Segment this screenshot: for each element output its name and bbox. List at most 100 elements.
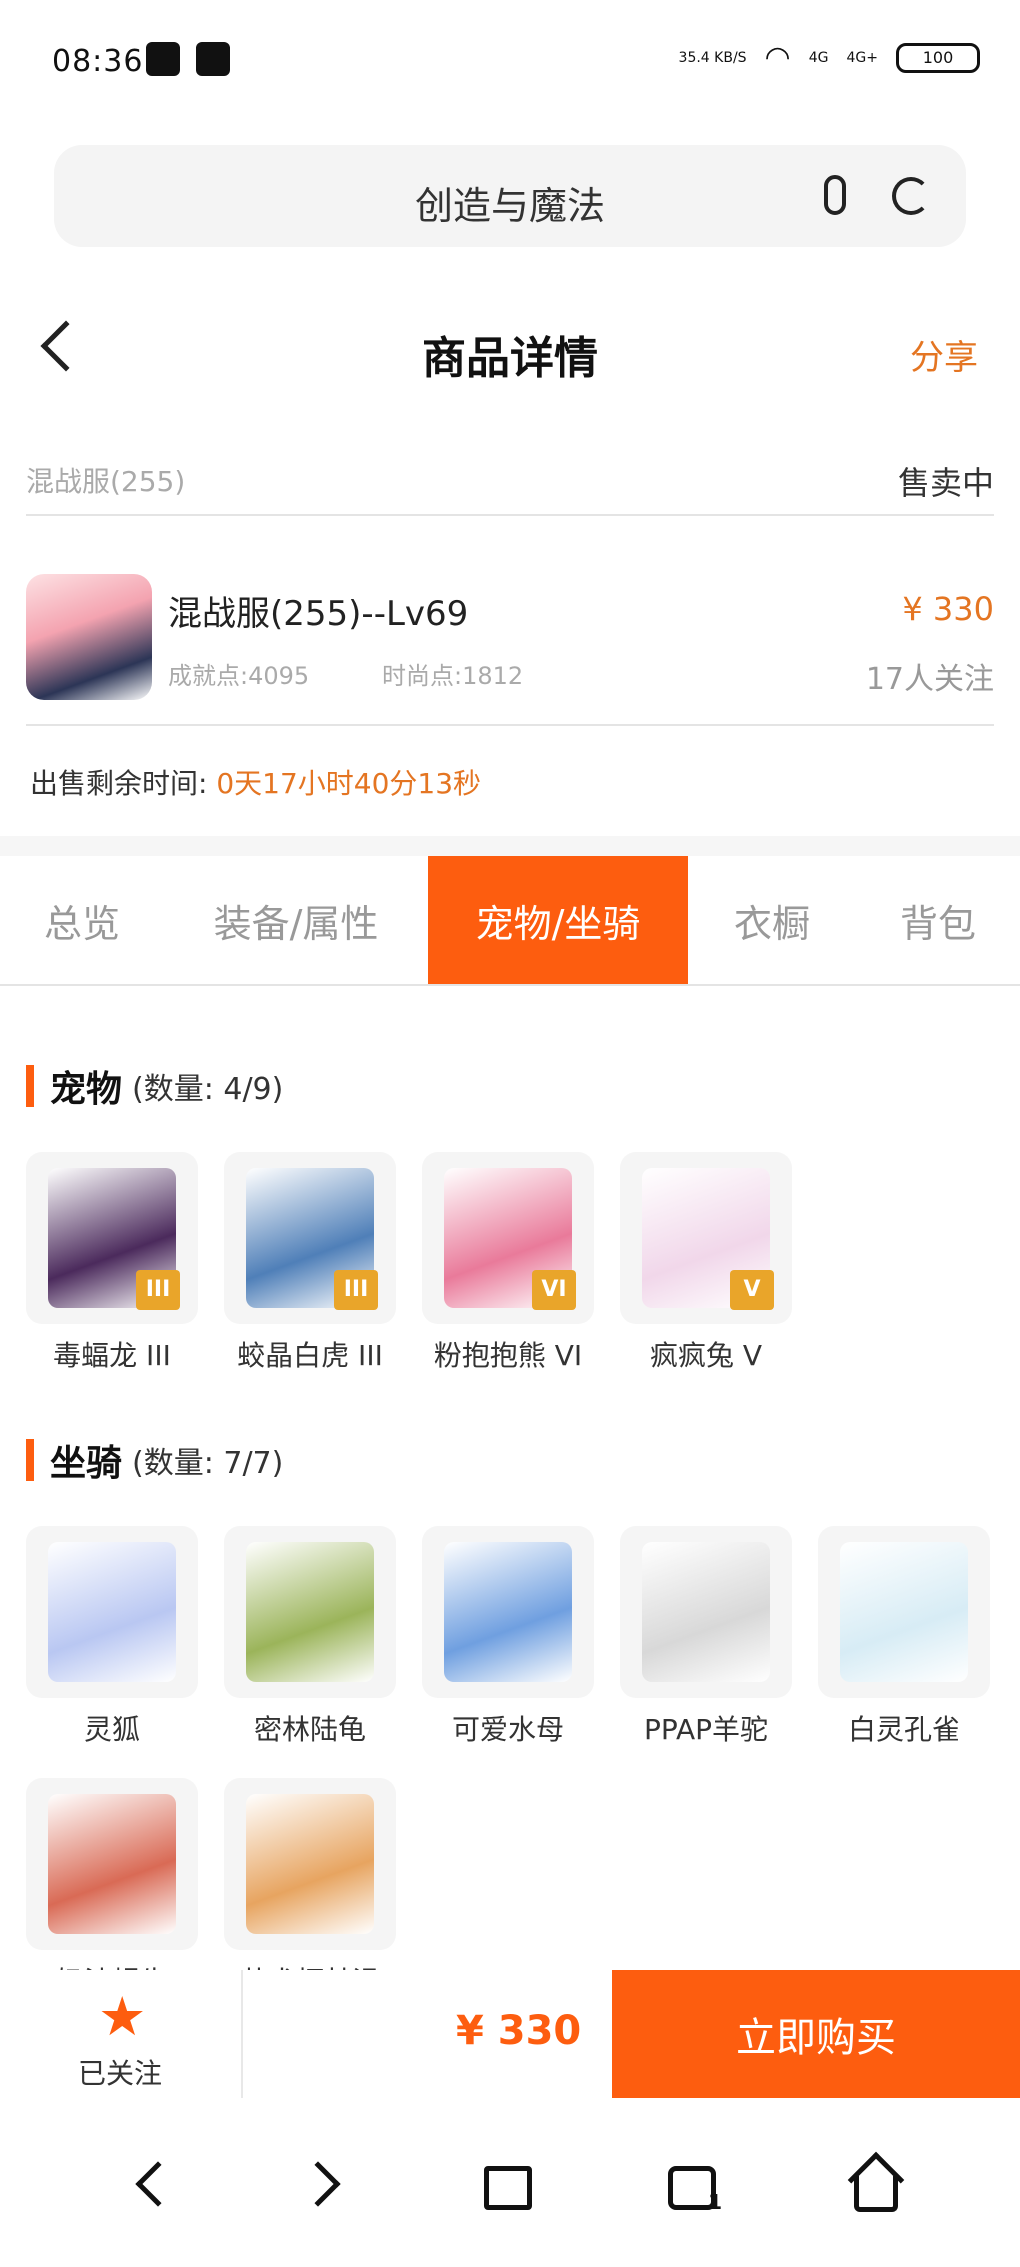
mount-thumbnail — [620, 1526, 792, 1698]
fashion-points: 时尚点:1812 — [382, 662, 524, 690]
grade-badge: III — [136, 1270, 180, 1310]
product-price: ¥ 330 — [902, 590, 994, 628]
divider — [241, 1970, 243, 2098]
mount-name: 白灵孔雀 — [847, 1713, 960, 1746]
pet-name: 粉抱抱熊 VI — [433, 1339, 583, 1372]
pet-item[interactable]: VI 粉抱抱熊 VI — [422, 1152, 594, 1374]
section-accent — [26, 1065, 34, 1107]
achievement-points: 成就点:4095 — [168, 662, 310, 690]
tab-wardrobe[interactable]: 衣橱 — [688, 856, 856, 984]
share-tray-icon — [484, 2166, 532, 2210]
grade-badge: III — [334, 1270, 378, 1310]
mount-image — [246, 1542, 374, 1682]
chevron-right-icon — [295, 2161, 341, 2207]
nav-home-button[interactable] — [846, 2151, 906, 2216]
mount-image — [48, 1542, 176, 1682]
mount-name: 可爱水母 — [451, 1713, 564, 1746]
mount-thumbnail — [224, 1778, 396, 1950]
mount-thumbnail — [818, 1526, 990, 1698]
mount-image — [444, 1542, 572, 1682]
mount-image — [246, 1794, 374, 1934]
nav-back-button[interactable] — [126, 2156, 186, 2216]
mount-thumbnail — [422, 1526, 594, 1698]
mount-thumbnail — [224, 1526, 396, 1698]
microphone-icon[interactable] — [824, 175, 846, 215]
home-icon-base — [854, 2176, 898, 2212]
tab-overview[interactable]: 总览 — [0, 856, 164, 984]
pet-item[interactable]: III 毒蝠龙 III — [26, 1152, 198, 1374]
mount-item[interactable]: PPAP羊驼 — [620, 1526, 792, 1748]
remaining-time-value: 0天17小时40分13秒 — [216, 767, 482, 800]
total-price: ¥ 330 — [456, 2008, 582, 2054]
mount-image — [642, 1542, 770, 1682]
pets-title: 宠物 — [50, 1069, 123, 1110]
sale-status: 售卖中 — [897, 464, 994, 502]
battery-icon: 100 — [896, 42, 980, 73]
signal-4g-plus: 4G+ — [846, 49, 879, 66]
mount-item[interactable]: 灵狐 — [26, 1526, 198, 1748]
share-button[interactable]: 分享 — [910, 330, 978, 379]
mount-item[interactable]: 密林陆龟 — [224, 1526, 396, 1748]
nav-share-button[interactable] — [478, 2156, 538, 2216]
search-bar[interactable]: 创造与魔法 — [54, 145, 966, 247]
chevron-left-icon — [135, 2161, 181, 2207]
remaining-time: 出售剩余时间: 0天17小时40分13秒 — [30, 762, 481, 802]
pet-item[interactable]: V 疯疯兔 V — [620, 1152, 792, 1374]
qq-icon — [146, 42, 180, 76]
mounts-grid: 灵狐 密林陆龟 可爱水母 PPAP羊驼 白灵孔雀奶油蜗牛萌犬柯基滑 — [26, 1526, 1006, 2030]
pet-thumbnail: VI — [422, 1152, 594, 1324]
tab-count: 1 — [708, 2190, 722, 2214]
follower-count: 17人关注 — [865, 662, 994, 697]
product-title: 混战服(255)--Lv69 — [168, 594, 469, 634]
mount-item[interactable]: 萌犬柯基滑 — [224, 1778, 396, 2000]
nav-tabs-button[interactable]: 1 — [662, 2156, 722, 2216]
mount-thumbnail — [26, 1778, 198, 1950]
mount-name: 密林陆龟 — [253, 1713, 366, 1746]
status-bar: 08:36 35.4 KB/S ◠ 4G 4G+ 100 — [0, 0, 1020, 120]
pet-item[interactable]: III 蛟晶白虎 III — [224, 1152, 396, 1374]
page-title: 商品详情 — [422, 333, 598, 384]
mount-name: PPAP羊驼 — [643, 1713, 769, 1746]
wifi-icon: ◠ — [764, 40, 791, 75]
battery-level: 100 — [922, 48, 954, 67]
pets-grid: III 毒蝠龙 III III 蛟晶白虎 III VI 粉抱抱熊 VI V 疯疯兔 V — [26, 1152, 1006, 1404]
mount-image — [840, 1542, 968, 1682]
pet-thumbnail: III — [224, 1152, 396, 1324]
remaining-time-label: 出售剩余时间: — [30, 767, 208, 800]
product-card[interactable]: 混战服(255)--Lv69 成就点:4095 时尚点:1812 ¥ 330 1… — [26, 546, 994, 726]
mounts-section-header: 坐骑 (数量: 7/7) — [26, 1434, 283, 1486]
bottom-action-bar: ★ 已关注 ¥ 330 立即购买 — [0, 1970, 1020, 2098]
page-header: 商品详情 分享 — [0, 300, 1020, 400]
pet-thumbnail: III — [26, 1152, 198, 1324]
refresh-icon[interactable] — [892, 177, 930, 215]
tab-pets-mounts[interactable]: 宠物/坐骑 — [428, 856, 688, 984]
app-notification-icon — [196, 42, 230, 76]
status-indicators: 35.4 KB/S ◠ 4G 4G+ 100 — [679, 40, 980, 75]
grade-badge: V — [730, 1270, 774, 1310]
section-accent — [26, 1439, 34, 1481]
tab-equipment[interactable]: 装备/属性 — [164, 856, 428, 984]
mount-item[interactable]: 可爱水母 — [422, 1526, 594, 1748]
browser-nav-bar: 1 — [0, 2120, 1020, 2267]
follow-button[interactable]: ★ 已关注 — [0, 1970, 240, 2098]
server-name: 混战服(255) — [26, 465, 186, 498]
mounts-count: (数量: 7/7) — [132, 1446, 284, 1481]
pet-name: 疯疯兔 V — [649, 1339, 763, 1372]
mount-thumbnail — [26, 1526, 198, 1698]
server-row: 混战服(255) 售卖中 — [26, 452, 994, 516]
mount-item[interactable]: 奶油蜗牛 — [26, 1778, 198, 2000]
pet-name: 蛟晶白虎 III — [237, 1339, 383, 1372]
mount-name: 灵狐 — [83, 1713, 140, 1746]
grade-badge: VI — [532, 1270, 576, 1310]
mount-item[interactable]: 白灵孔雀 — [818, 1526, 990, 1748]
signal-4g: 4G — [808, 49, 829, 66]
nav-forward-button[interactable] — [295, 2156, 356, 2216]
pet-thumbnail: V — [620, 1152, 792, 1324]
tab-bar: 总览 装备/属性 宠物/坐骑 衣橱 背包 — [0, 856, 1020, 986]
star-icon: ★ — [98, 1985, 147, 2048]
character-avatar — [26, 574, 152, 700]
buy-now-button[interactable]: 立即购买 — [612, 1970, 1020, 2098]
pets-count: (数量: 4/9) — [132, 1072, 284, 1107]
follow-label: 已关注 — [77, 2057, 162, 2090]
tab-backpack[interactable]: 背包 — [856, 856, 1020, 984]
